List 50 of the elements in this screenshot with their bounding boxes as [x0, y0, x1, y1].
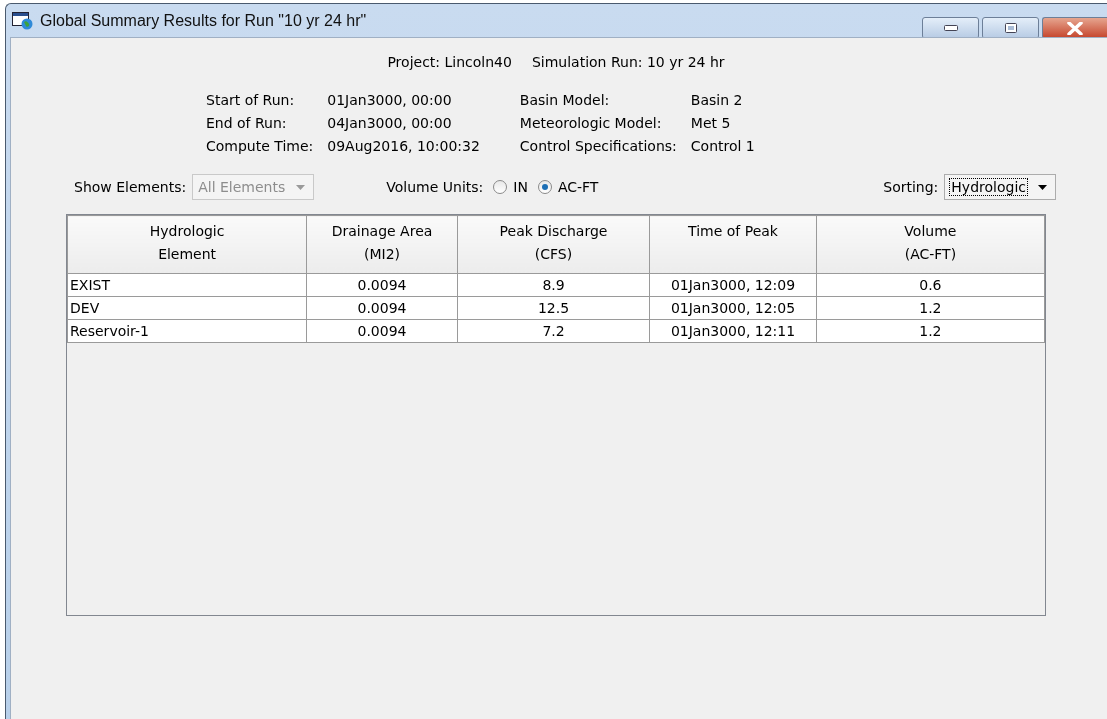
column-header[interactable]: Hydrologic Element [67, 215, 307, 274]
table-cell: 8.9 [457, 273, 650, 297]
table-cell: 12.5 [457, 296, 650, 320]
info-value: Basin 2 [690, 91, 744, 110]
column-header[interactable]: Peak Discharge (CFS) [457, 215, 650, 274]
table-cell: 0.6 [816, 273, 1045, 297]
info-value: 01Jan3000, 00:00 [327, 91, 453, 110]
table-cell: 0.0094 [306, 296, 458, 320]
info-label: Control Specifications: [519, 137, 678, 156]
table-cell: DEV [67, 296, 307, 320]
maximize-button[interactable] [982, 17, 1039, 39]
info-value: 09Aug2016, 10:00:32 [327, 137, 480, 156]
caret-icon [1038, 184, 1047, 190]
close-icon [1067, 21, 1083, 35]
sorting-dropdown[interactable]: Hydrologic [944, 174, 1056, 200]
table-cell: Reservoir-1 [67, 319, 307, 343]
window-title: Global Summary Results for Run "10 yr 24 hr" [40, 11, 368, 30]
maximize-icon [1004, 23, 1017, 33]
info-value: Control 1 [690, 137, 755, 156]
sorting-label: Sorting: [883, 179, 939, 195]
table-cell: 01Jan3000, 12:09 [649, 273, 817, 297]
info-label: Basin Model: [519, 91, 611, 110]
table-cell: 0.0094 [306, 273, 458, 297]
table-cell: 01Jan3000, 12:11 [649, 319, 817, 343]
table-cell: 7.2 [457, 319, 650, 343]
info-label: Meteorologic Model: [519, 114, 663, 133]
info-value: 04Jan3000, 00:00 [327, 114, 453, 133]
table-cell: 1.2 [816, 319, 1045, 343]
table-cell: 01Jan3000, 12:05 [649, 296, 817, 320]
radio-option[interactable]: IN [493, 179, 528, 195]
project-text: Project: Lincoln40 [387, 54, 512, 70]
volume-units-label: Volume Units: [386, 179, 484, 195]
minimize-icon [943, 25, 958, 31]
radio-option[interactable]: AC-FT [537, 179, 599, 195]
show-elements-label: Show Elements: [74, 179, 187, 195]
table-cell: EXIST [67, 273, 307, 297]
info-label: End of Run: [206, 114, 288, 133]
info-label: Start of Run: [206, 91, 296, 110]
caret-icon [296, 184, 306, 190]
column-header[interactable]: Volume (AC-FT) [816, 215, 1045, 274]
minimize-button[interactable] [922, 17, 979, 39]
table-cell: 0.0094 [306, 319, 458, 343]
close-button[interactable] [1042, 17, 1107, 39]
info-label: Compute Time: [206, 137, 315, 156]
column-header[interactable]: Drainage Area (MI2) [306, 215, 458, 274]
table-cell: 1.2 [816, 296, 1045, 320]
simulation-run-text: Simulation Run: 10 yr 24 hr [531, 54, 725, 70]
info-value: Met 5 [690, 114, 732, 133]
column-header[interactable]: Time of Peak [649, 215, 817, 274]
app-icon [12, 11, 34, 30]
